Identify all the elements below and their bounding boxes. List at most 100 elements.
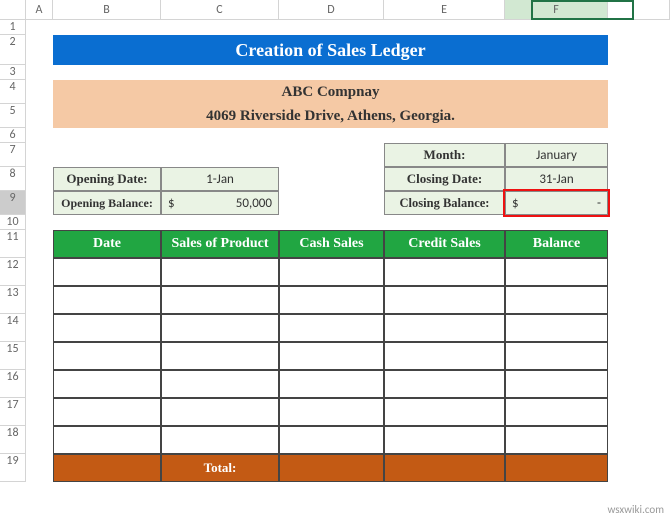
table-cell[interactable] [53,258,161,286]
table-cell[interactable] [161,286,279,314]
table-cell[interactable] [161,426,279,454]
col-header-tail[interactable] [608,0,670,20]
total-cell-d[interactable] [279,454,384,482]
col-header-c[interactable]: C [161,0,279,20]
table-cell[interactable] [279,258,384,286]
col-header-a[interactable]: A [26,0,53,20]
table-cell[interactable] [279,286,384,314]
table-cell[interactable] [279,398,384,426]
select-all-corner[interactable] [0,0,26,20]
row-header-4[interactable]: 4 [0,80,26,104]
th-sales-product: Sales of Product [172,236,269,252]
table-cell[interactable] [53,398,161,426]
table-cell[interactable] [384,314,505,342]
table-cell[interactable] [505,370,608,398]
month-value: January [536,148,577,163]
table-cell[interactable] [53,370,161,398]
table-header-balance[interactable]: Balance [505,230,608,258]
opening-balance-label-cell[interactable]: Opening Balance: [53,191,161,215]
total-cell-b[interactable] [53,454,161,482]
month-label-cell[interactable]: Month: [384,143,505,167]
row-header-14[interactable]: 14 [0,314,26,342]
th-balance: Balance [533,236,580,252]
row-header-1[interactable]: 1 [0,20,26,35]
table-cell[interactable] [384,398,505,426]
row-header-17[interactable]: 17 [0,398,26,426]
row-header-5[interactable]: 5 [0,104,26,128]
month-label: Month: [424,147,466,163]
month-value-cell[interactable]: January [505,143,608,167]
closing-date-value-cell[interactable]: 31-Jan [505,167,608,191]
col-header-e[interactable]: E [384,0,505,20]
row-header-10[interactable]: 10 [0,215,26,230]
row-header-18[interactable]: 18 [0,426,26,454]
row-header-13[interactable]: 13 [0,286,26,314]
total-cell-f[interactable] [505,454,608,482]
table-cell[interactable] [53,426,161,454]
row-header-16[interactable]: 16 [0,370,26,398]
row-header-6[interactable]: 6 [0,128,26,143]
opening-date-value: 1-Jan [206,172,234,187]
row-header-8[interactable]: 8 [0,167,26,191]
col-header-b[interactable]: B [53,0,161,20]
col-header-f[interactable]: F [505,0,608,20]
table-cell[interactable] [279,342,384,370]
row-header-2[interactable]: 2 [0,35,26,65]
table-cell[interactable] [279,314,384,342]
closing-date-label: Closing Date: [407,171,482,187]
row-header-19[interactable]: 19 [0,454,26,482]
opening-balance-value: 50,000 [236,196,272,211]
table-cell[interactable] [384,342,505,370]
table-cell[interactable] [505,398,608,426]
closing-date-value: 31-Jan [539,172,573,187]
table-cell[interactable] [505,286,608,314]
opening-balance-currency: $ [168,196,175,211]
row-header-3[interactable]: 3 [0,65,26,80]
row-header-9[interactable]: 9 [0,191,26,215]
table-cell[interactable] [161,370,279,398]
row-header-7[interactable]: 7 [0,143,26,167]
opening-balance-value-cell[interactable]: $ 50,000 [161,191,279,215]
table-header-date[interactable]: Date [53,230,161,258]
table-cell[interactable] [53,342,161,370]
col-header-d[interactable]: D [279,0,384,20]
opening-date-label-cell[interactable]: Opening Date: [53,167,161,191]
closing-balance-label-cell[interactable]: Closing Balance: [384,191,505,215]
table-cell[interactable] [161,258,279,286]
closing-balance-currency: $ [512,196,519,211]
company-name-cell[interactable]: ABC Compnay [53,80,608,104]
table-header-cash-sales[interactable]: Cash Sales [279,230,384,258]
table-cell[interactable] [505,258,608,286]
table-cell[interactable] [384,426,505,454]
table-cell[interactable] [53,314,161,342]
table-cell[interactable] [505,314,608,342]
opening-date-value-cell[interactable]: 1-Jan [161,167,279,191]
company-address: 4069 Riverside Drive, Athens, Georgia. [206,108,455,125]
row-header-15[interactable]: 15 [0,342,26,370]
table-cell[interactable] [161,398,279,426]
table-header-sales-product[interactable]: Sales of Product [161,230,279,258]
table-cell[interactable] [161,342,279,370]
table-cell[interactable] [53,286,161,314]
total-label-cell[interactable]: Total: [161,454,279,482]
table-cell[interactable] [161,314,279,342]
row-headers[interactable]: 1 2 3 4 5 6 7 8 9 10 11 12 13 14 15 16 1… [0,20,26,482]
row-header-11[interactable]: 11 [0,230,26,258]
total-cell-e[interactable] [384,454,505,482]
table-cell[interactable] [384,370,505,398]
table-cell[interactable] [384,258,505,286]
table-cell[interactable] [279,370,384,398]
table-cell[interactable] [505,342,608,370]
closing-balance-label: Closing Balance: [400,196,490,211]
title-bar[interactable]: Creation of Sales Ledger [53,35,608,65]
table-header-credit-sales[interactable]: Credit Sales [384,230,505,258]
opening-balance-label: Opening Balance: [61,196,153,211]
closing-date-label-cell[interactable]: Closing Date: [384,167,505,191]
table-cell[interactable] [384,286,505,314]
closing-balance-value-cell[interactable]: $ - [505,191,608,215]
table-cell[interactable] [505,426,608,454]
table-cell[interactable] [279,426,384,454]
company-addr-cell[interactable]: 4069 Riverside Drive, Athens, Georgia. [53,104,608,128]
column-headers[interactable]: A B C D E F [0,0,670,20]
row-header-12[interactable]: 12 [0,258,26,286]
